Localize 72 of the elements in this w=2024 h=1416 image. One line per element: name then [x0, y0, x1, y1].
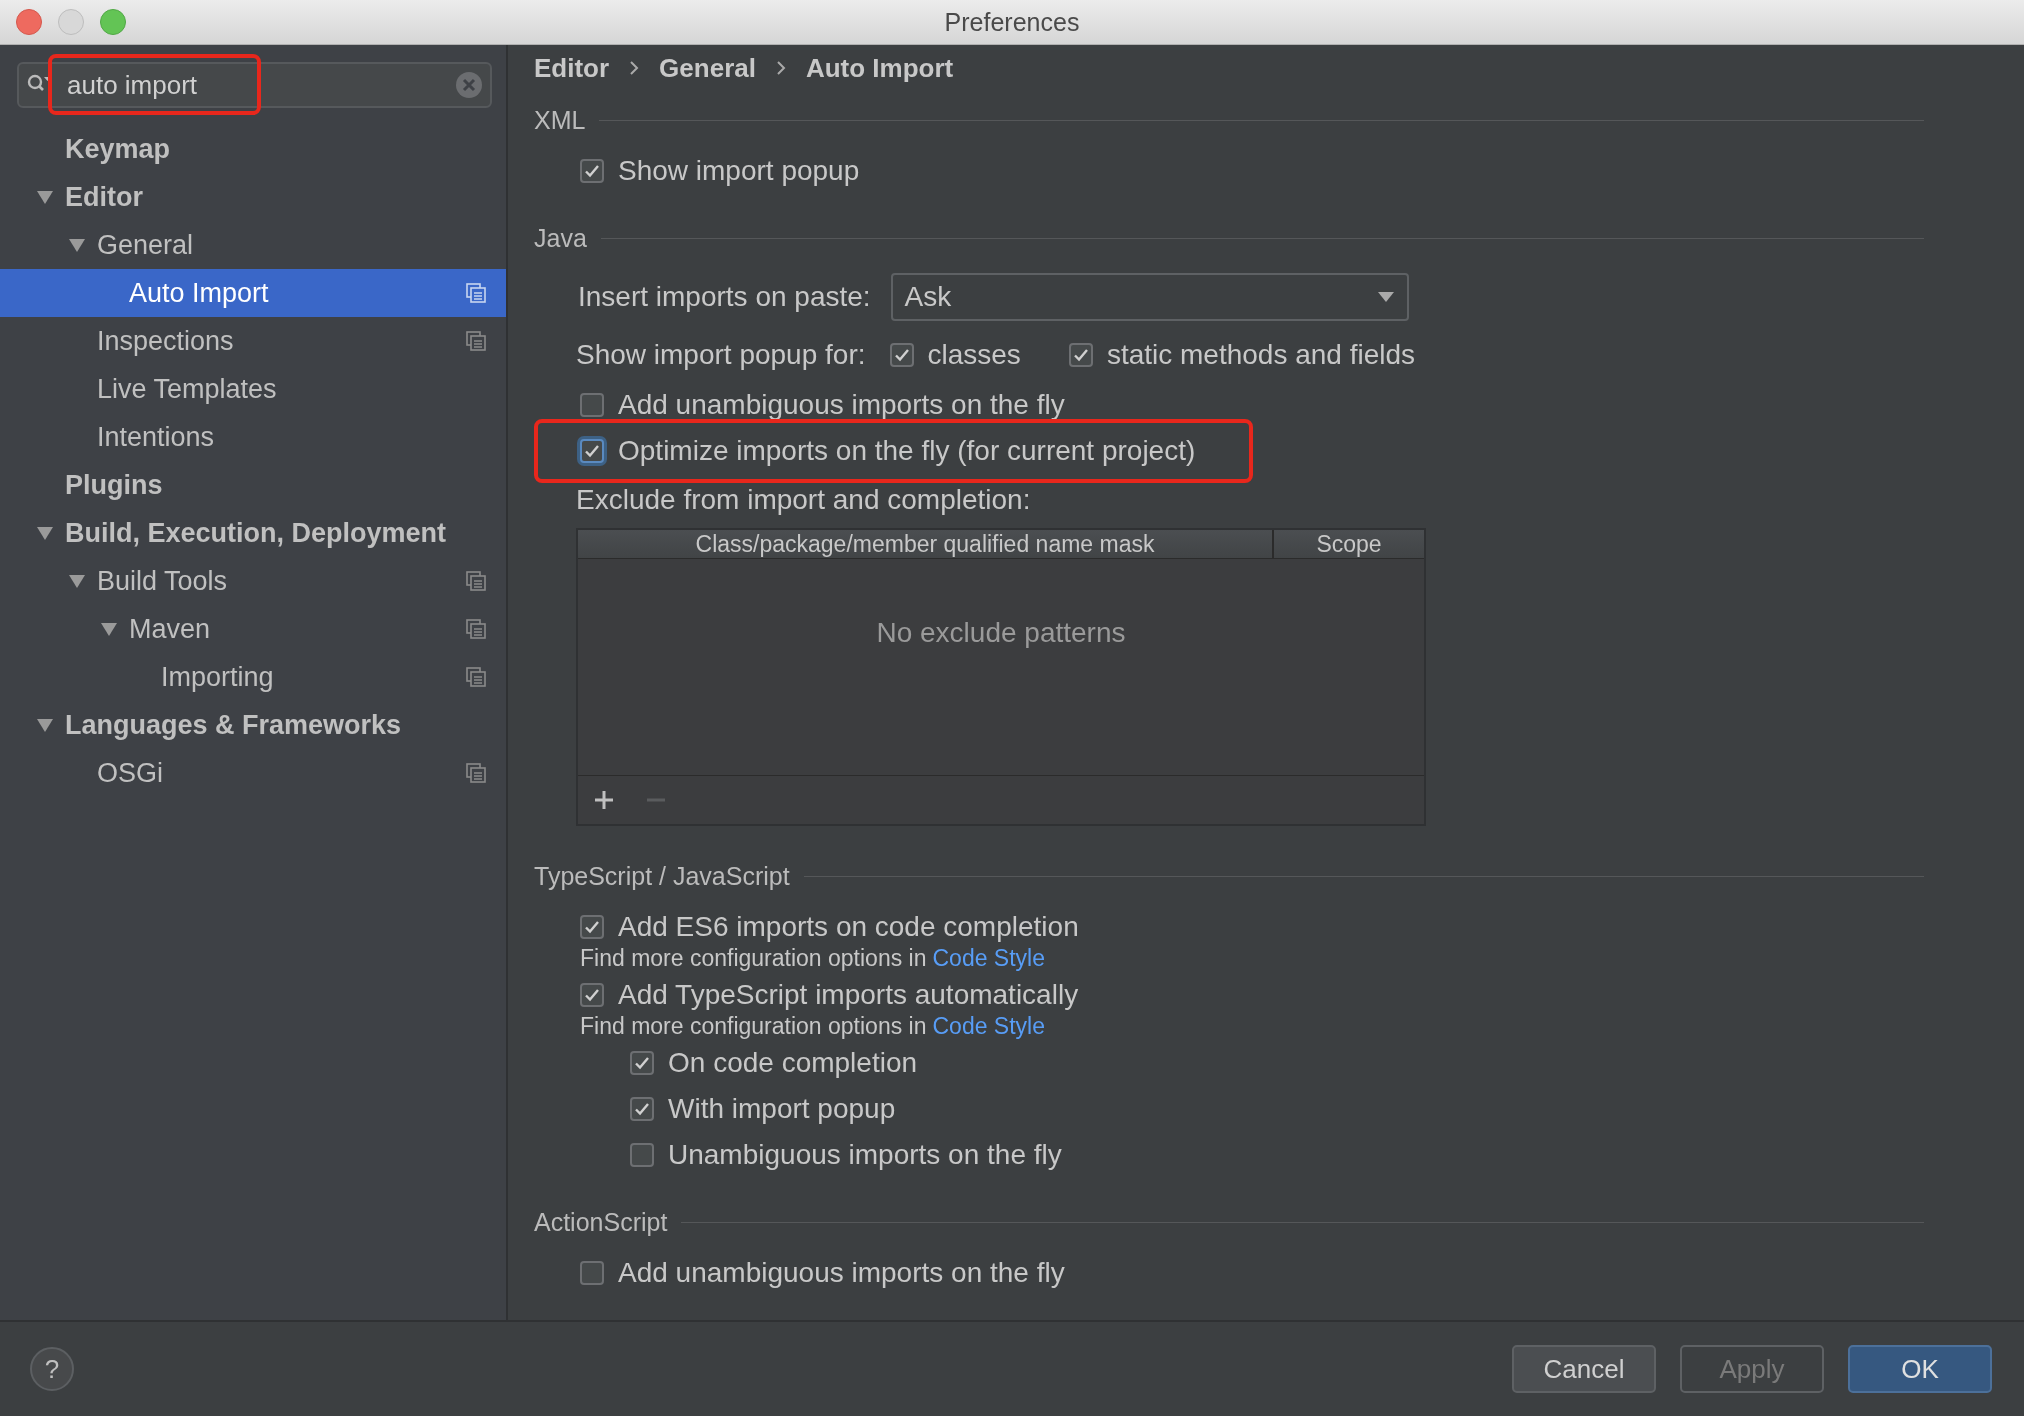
chevron-icon [775, 61, 786, 75]
expanded-arrow-icon[interactable] [68, 573, 86, 589]
sidebar-item[interactable]: Inspections [0, 317, 506, 365]
section-title: TypeScript / JavaScript [534, 861, 790, 891]
checkbox-label: classes [927, 339, 1021, 371]
checkbox[interactable] [580, 915, 604, 939]
hint-text: Find more configuration options in [580, 1012, 927, 1040]
checkbox-label: Unambiguous imports on the fly [668, 1139, 1062, 1171]
breadcrumb-item[interactable]: Editor [534, 52, 610, 84]
field-label: Insert imports on paste: [578, 281, 871, 313]
checkbox[interactable] [1068, 343, 1093, 367]
code-style-link[interactable]: Code Style [932, 1012, 1045, 1040]
checkbox-label: Show import popup [618, 155, 860, 187]
breadcrumb-item[interactable]: Auto Import [805, 52, 954, 84]
section-title: XML [534, 105, 586, 135]
code-style-link[interactable]: Code Style [932, 944, 1045, 972]
expanded-arrow-icon[interactable] [100, 621, 118, 637]
checkbox[interactable] [580, 439, 604, 463]
dialog-button[interactable]: Cancel [1512, 1345, 1656, 1393]
column-header[interactable]: Scope [1274, 530, 1424, 558]
sidebar-item[interactable]: Live Templates [0, 365, 506, 413]
paste-dropdown[interactable]: Ask [890, 273, 1409, 321]
checkbox[interactable] [630, 1143, 654, 1167]
checkbox-label: Add ES6 imports on code completion [618, 911, 1079, 943]
add-icon[interactable] [592, 788, 616, 812]
sidebar-item[interactable]: Keymap [0, 125, 506, 173]
checkbox[interactable] [889, 343, 914, 367]
checkbox-label: On code completion [668, 1047, 918, 1079]
sidebar-item[interactable]: Importing [0, 653, 506, 701]
checkbox[interactable] [630, 1097, 654, 1121]
expanded-arrow-icon[interactable] [68, 237, 86, 253]
sidebar-item[interactable]: General [0, 221, 506, 269]
checkbox-label: Add TypeScript imports automatically [618, 979, 1079, 1011]
expanded-arrow-icon[interactable] [36, 717, 54, 733]
dialog-button[interactable]: OK [1848, 1345, 1992, 1393]
dropdown-arrow-icon [1376, 291, 1395, 303]
field-label: Show import popup for: [576, 339, 866, 371]
checkbox-label: static methods and fields [1106, 339, 1416, 371]
expanded-arrow-icon[interactable] [36, 189, 54, 205]
expanded-arrow-icon[interactable] [36, 525, 54, 541]
section-title: Java [534, 223, 587, 253]
checkbox[interactable] [580, 983, 604, 1007]
window-title: Preferences [944, 7, 1080, 36]
sidebar-item[interactable]: Languages & Frameworks [0, 701, 506, 749]
sidebar-item[interactable]: OSGi [0, 749, 506, 797]
checkbox[interactable] [630, 1051, 654, 1075]
zoom-button[interactable] [100, 9, 126, 35]
column-header[interactable]: Class/package/member qualified name mask [578, 530, 1274, 558]
sidebar-item[interactable]: Build Tools [0, 557, 506, 605]
checkbox-label: With import popup [668, 1093, 896, 1125]
sidebar-item[interactable]: Intentions [0, 413, 506, 461]
sidebar-item[interactable]: Auto Import [0, 269, 506, 317]
section-title: ActionScript [534, 1207, 668, 1237]
checkbox[interactable] [580, 1261, 604, 1285]
sidebar-item[interactable]: Editor [0, 173, 506, 221]
breadcrumb-item[interactable]: General [659, 52, 756, 84]
help-button[interactable]: ? [30, 1347, 74, 1391]
sidebar-item[interactable]: Build, Execution, Deployment [0, 509, 506, 557]
checkbox-label: Optimize imports on the fly (for current project) [618, 435, 1196, 467]
checkbox-label: Add unambiguous imports on the fly [618, 389, 1065, 421]
sidebar-item[interactable]: Maven [0, 605, 506, 653]
checkbox[interactable] [580, 159, 604, 183]
close-button[interactable] [16, 9, 42, 35]
chevron-icon [629, 61, 640, 75]
sidebar-item[interactable]: Plugins [0, 461, 506, 509]
search-field[interactable]: auto import [17, 62, 492, 108]
checkbox-label: Add unambiguous imports on the fly [618, 1257, 1065, 1289]
hint-text: Find more configuration options in [580, 944, 927, 972]
empty-table-text: No exclude patterns [876, 617, 1126, 647]
checkbox[interactable] [580, 393, 604, 417]
field-label: Exclude from import and completion: [576, 484, 1031, 516]
clear-icon[interactable] [454, 70, 484, 100]
